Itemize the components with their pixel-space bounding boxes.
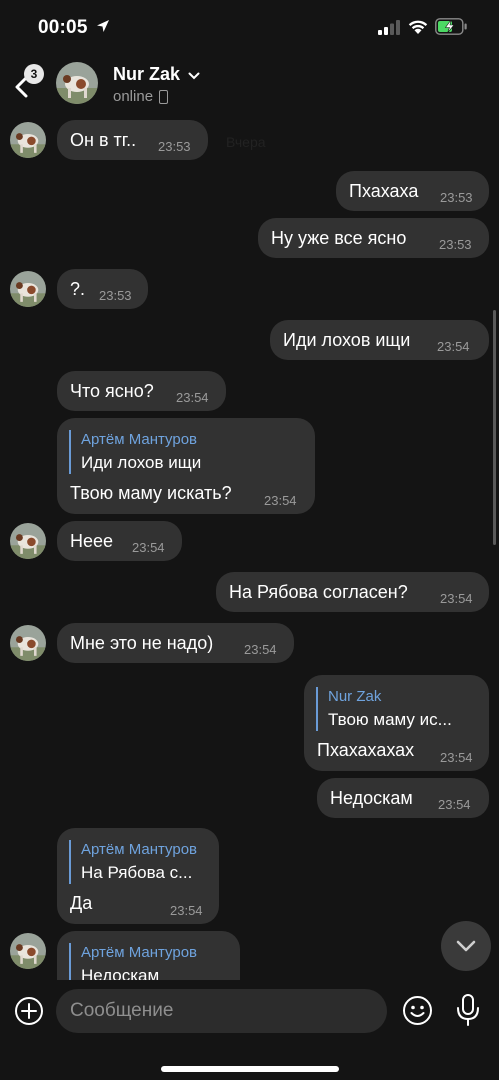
contact-avatar[interactable] <box>56 62 98 104</box>
reply-quote[interactable]: Артём Мантуров Иди лохов ищи <box>69 430 201 474</box>
message-text: Да <box>70 893 93 913</box>
scroll-down-chevron-icon <box>456 940 476 952</box>
message-text: На Рябова согласен? <box>229 582 408 602</box>
sender-avatar[interactable] <box>10 625 46 661</box>
home-indicator <box>161 1066 339 1072</box>
message-text: Неее <box>70 531 114 551</box>
message-time: 23:54 <box>440 591 473 606</box>
message-text: Иди лохов ищи <box>283 330 411 350</box>
message-time: 23:53 <box>99 288 132 303</box>
message-time: 23:54 <box>438 797 471 812</box>
reply-author: Nur Zak <box>328 688 382 705</box>
incoming-message[interactable]: Артём Мантуров На Рябова с... Да 23:54 <box>57 828 219 924</box>
reply-quote[interactable]: Артём Мантуров На Рябова с... <box>69 840 197 884</box>
reply-quote[interactable]: Артём Мантуров Недоскам <box>69 943 197 980</box>
emoji-icon[interactable] <box>402 995 433 1026</box>
message-time: 23:54 <box>440 750 473 765</box>
message-time: 23:54 <box>437 339 470 354</box>
reply-text: Недоскам <box>81 966 160 980</box>
sender-avatar[interactable] <box>10 271 46 307</box>
signal-icon <box>378 20 400 35</box>
incoming-message[interactable]: Что ясно? 23:54 <box>57 371 226 411</box>
message-time: 23:53 <box>158 139 191 154</box>
microphone-icon[interactable] <box>455 993 481 1027</box>
incoming-message[interactable]: Артём Мантуров Иди лохов ищи Твою маму иск… <box>57 418 315 514</box>
incoming-message[interactable]: ?. 23:53 <box>57 269 148 309</box>
sender-avatar[interactable] <box>10 933 46 969</box>
reply-text: Твою маму ис... <box>328 710 452 729</box>
message-time: 23:54 <box>176 390 209 405</box>
reply-text: Иди лохов ищи <box>81 453 202 472</box>
status-bar: 00:05 <box>0 0 499 56</box>
incoming-message[interactable]: Он в тг.. 23:53 <box>57 120 208 160</box>
sender-avatar[interactable] <box>10 122 46 158</box>
outgoing-message[interactable]: Пхахаха 23:53 <box>336 171 489 211</box>
chevron-down-icon[interactable] <box>188 72 200 80</box>
back-button[interactable]: 3 <box>8 62 46 102</box>
outgoing-message[interactable]: Недоскам 23:54 <box>317 778 489 818</box>
reply-author: Артём Мантуров <box>81 841 198 858</box>
message-text: Пхахаха <box>349 181 419 201</box>
message-list[interactable]: Вчера Он в тг.. 23:53 Пхахаха 23:53 Ну уже в… <box>0 114 499 980</box>
message-text: ?. <box>70 279 86 299</box>
message-time: 23:54 <box>244 642 277 657</box>
background-artifact: Вчера <box>226 134 266 150</box>
message-time: 23:54 <box>264 493 297 508</box>
message-time: 23:54 <box>132 540 165 555</box>
location-arrow-icon <box>97 20 109 32</box>
incoming-message[interactable]: Неее 23:54 <box>57 521 182 561</box>
phone-device-icon <box>159 90 168 104</box>
message-text: Пхахахахах <box>317 740 415 760</box>
message-text: Мне это не надо) <box>70 633 214 653</box>
status-time: 00:05 <box>38 17 88 38</box>
incoming-message[interactable]: Артём Мантуров Недоскам <box>57 931 240 980</box>
outgoing-message[interactable]: Nur Zak Твою маму ис... Пхахахахах 23:54 <box>304 675 489 771</box>
message-text: Твою маму искать? <box>70 483 232 503</box>
message-time: 23:54 <box>170 903 203 918</box>
outgoing-message[interactable]: На Рябова согласен? 23:54 <box>216 572 489 612</box>
scrollbar[interactable] <box>493 310 496 545</box>
message-time: 23:53 <box>440 190 473 205</box>
outgoing-message[interactable]: Ну уже все ясно 23:53 <box>258 218 489 258</box>
plus-circle-icon[interactable] <box>14 996 44 1026</box>
reply-text: На Рябова с... <box>81 863 193 882</box>
outgoing-message[interactable]: Иди лохов ищи 23:54 <box>270 320 489 360</box>
message-text: Что ясно? <box>70 381 154 401</box>
sender-avatar[interactable] <box>10 523 46 559</box>
message-text: Недоскам <box>330 788 413 808</box>
reply-author: Артём Мантуров <box>81 431 198 448</box>
message-input[interactable] <box>56 989 387 1033</box>
contact-name[interactable]: Nur Zak <box>113 64 180 85</box>
message-text: Он в тг.. <box>70 130 137 150</box>
scroll-down-button[interactable] <box>441 921 491 971</box>
reply-quote[interactable]: Nur Zak Твою маму ис... <box>316 687 452 731</box>
incoming-message[interactable]: Мне это не надо) 23:54 <box>57 623 294 663</box>
reply-author: Артём Мантуров <box>81 944 198 961</box>
unread-badge: 3 <box>24 64 44 84</box>
message-text: Ну уже все ясно <box>271 228 407 248</box>
contact-status: online <box>113 88 154 105</box>
message-time: 23:53 <box>439 237 472 252</box>
wifi-icon <box>408 20 428 34</box>
chat-header: 3 Nur Zak online <box>0 56 499 114</box>
battery-charging-icon <box>435 18 467 35</box>
input-bar <box>0 980 499 1080</box>
